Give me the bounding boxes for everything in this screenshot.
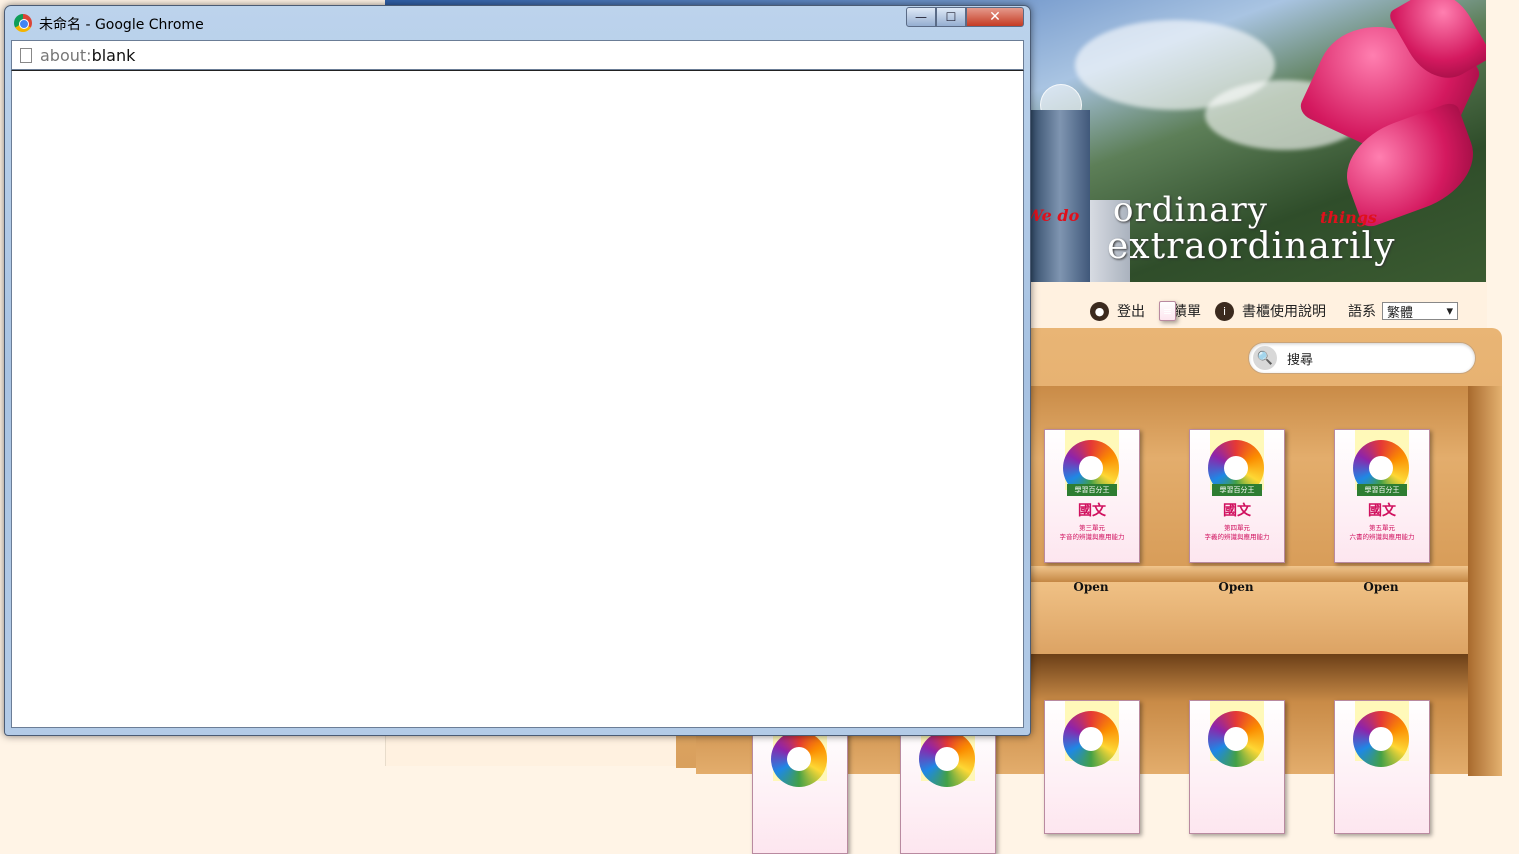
info-icon: i [1215,301,1234,321]
book-badge: 學習百分王 [1212,484,1262,496]
book-cover[interactable] [900,720,996,854]
report-card-icon: ≡ [1159,301,1176,321]
user-toolbar: ● 登出 ≡ 成績單 i 書櫃使用說明 語系 繁體 ▾ [1090,298,1458,324]
slogan-red-1: We do [1025,206,1080,225]
book-title: 國文 [1368,503,1396,519]
language-label: 語系 [1348,304,1376,320]
grades-button[interactable]: ≡ 成績單 [1159,301,1201,321]
logout-label: 登出 [1117,304,1145,320]
logout-button[interactable]: ● 登出 [1090,301,1145,321]
window-controls: — ☐ ✕ [906,7,1024,27]
dropdown-arrow-icon: ▾ [1446,303,1453,319]
book-badge: 學習百分王 [1357,484,1407,496]
user-icon: ● [1090,301,1109,321]
slogan-red-2: things [1320,208,1377,227]
book-subtitle: 第五單元 六書的辨識與應用能力 [1349,524,1415,541]
help-label: 書櫃使用說明 [1242,304,1326,320]
book-subtitle: 第四單元 字義的辨識與應用能力 [1204,524,1270,541]
book-cover[interactable] [752,720,848,854]
page-icon [20,47,32,63]
book-badge: 學習百分王 [1067,484,1117,496]
building-image [1030,110,1090,282]
book-subtitle: 第三單元 字音的辨識與應用能力 [1059,524,1125,541]
book-title: 國文 [1223,503,1251,519]
book-cover[interactable] [1189,700,1285,834]
search-input[interactable] [1285,349,1459,367]
search-icon[interactable]: 🔍 [1253,346,1277,370]
logo-ring-icon [1063,711,1119,767]
minimize-button[interactable]: — [906,7,936,27]
help-button[interactable]: i 書櫃使用說明 [1215,301,1326,321]
chrome-logo-icon [14,14,32,32]
book-cover[interactable] [1334,700,1430,834]
close-button[interactable]: ✕ [966,7,1024,27]
address-bar[interactable]: about:blank [11,40,1024,70]
book-cover[interactable]: 學習百分王 國文 第四單元 字義的辨識與應用能力 [1189,429,1285,563]
logo-ring-icon [771,731,827,787]
open-link[interactable]: Open [1189,580,1283,594]
logo-ring-icon [1353,711,1409,767]
open-link[interactable]: Open [1334,580,1428,594]
address-text: about:blank [40,45,136,65]
language-selected: 繁體 [1387,305,1414,321]
chrome-popup-window: 未命名 - Google Chrome — ☐ ✕ about:blank [4,5,1031,736]
logo-ring-icon [919,731,975,787]
logo-ring-icon [1208,711,1264,767]
book-cover[interactable]: 學習百分王 國文 第三單元 字音的辨識與應用能力 [1044,429,1140,563]
blank-page-content[interactable] [11,70,1024,728]
window-title: 未命名 - Google Chrome [39,17,204,33]
shelf-side [1468,386,1502,776]
search-box: 🔍 [1248,342,1476,374]
language-select[interactable]: 繁體 ▾ [1382,302,1458,321]
slogan-line-1: ordinary [1113,190,1268,230]
book-cover[interactable] [1044,700,1140,834]
slogan-line-2: extraordinarily [1107,226,1396,267]
maximize-button[interactable]: ☐ [936,7,966,27]
book-cover[interactable]: 學習百分王 國文 第五單元 六書的辨識與應用能力 [1334,429,1430,563]
book-title: 國文 [1078,503,1106,519]
open-link[interactable]: Open [1044,580,1138,594]
